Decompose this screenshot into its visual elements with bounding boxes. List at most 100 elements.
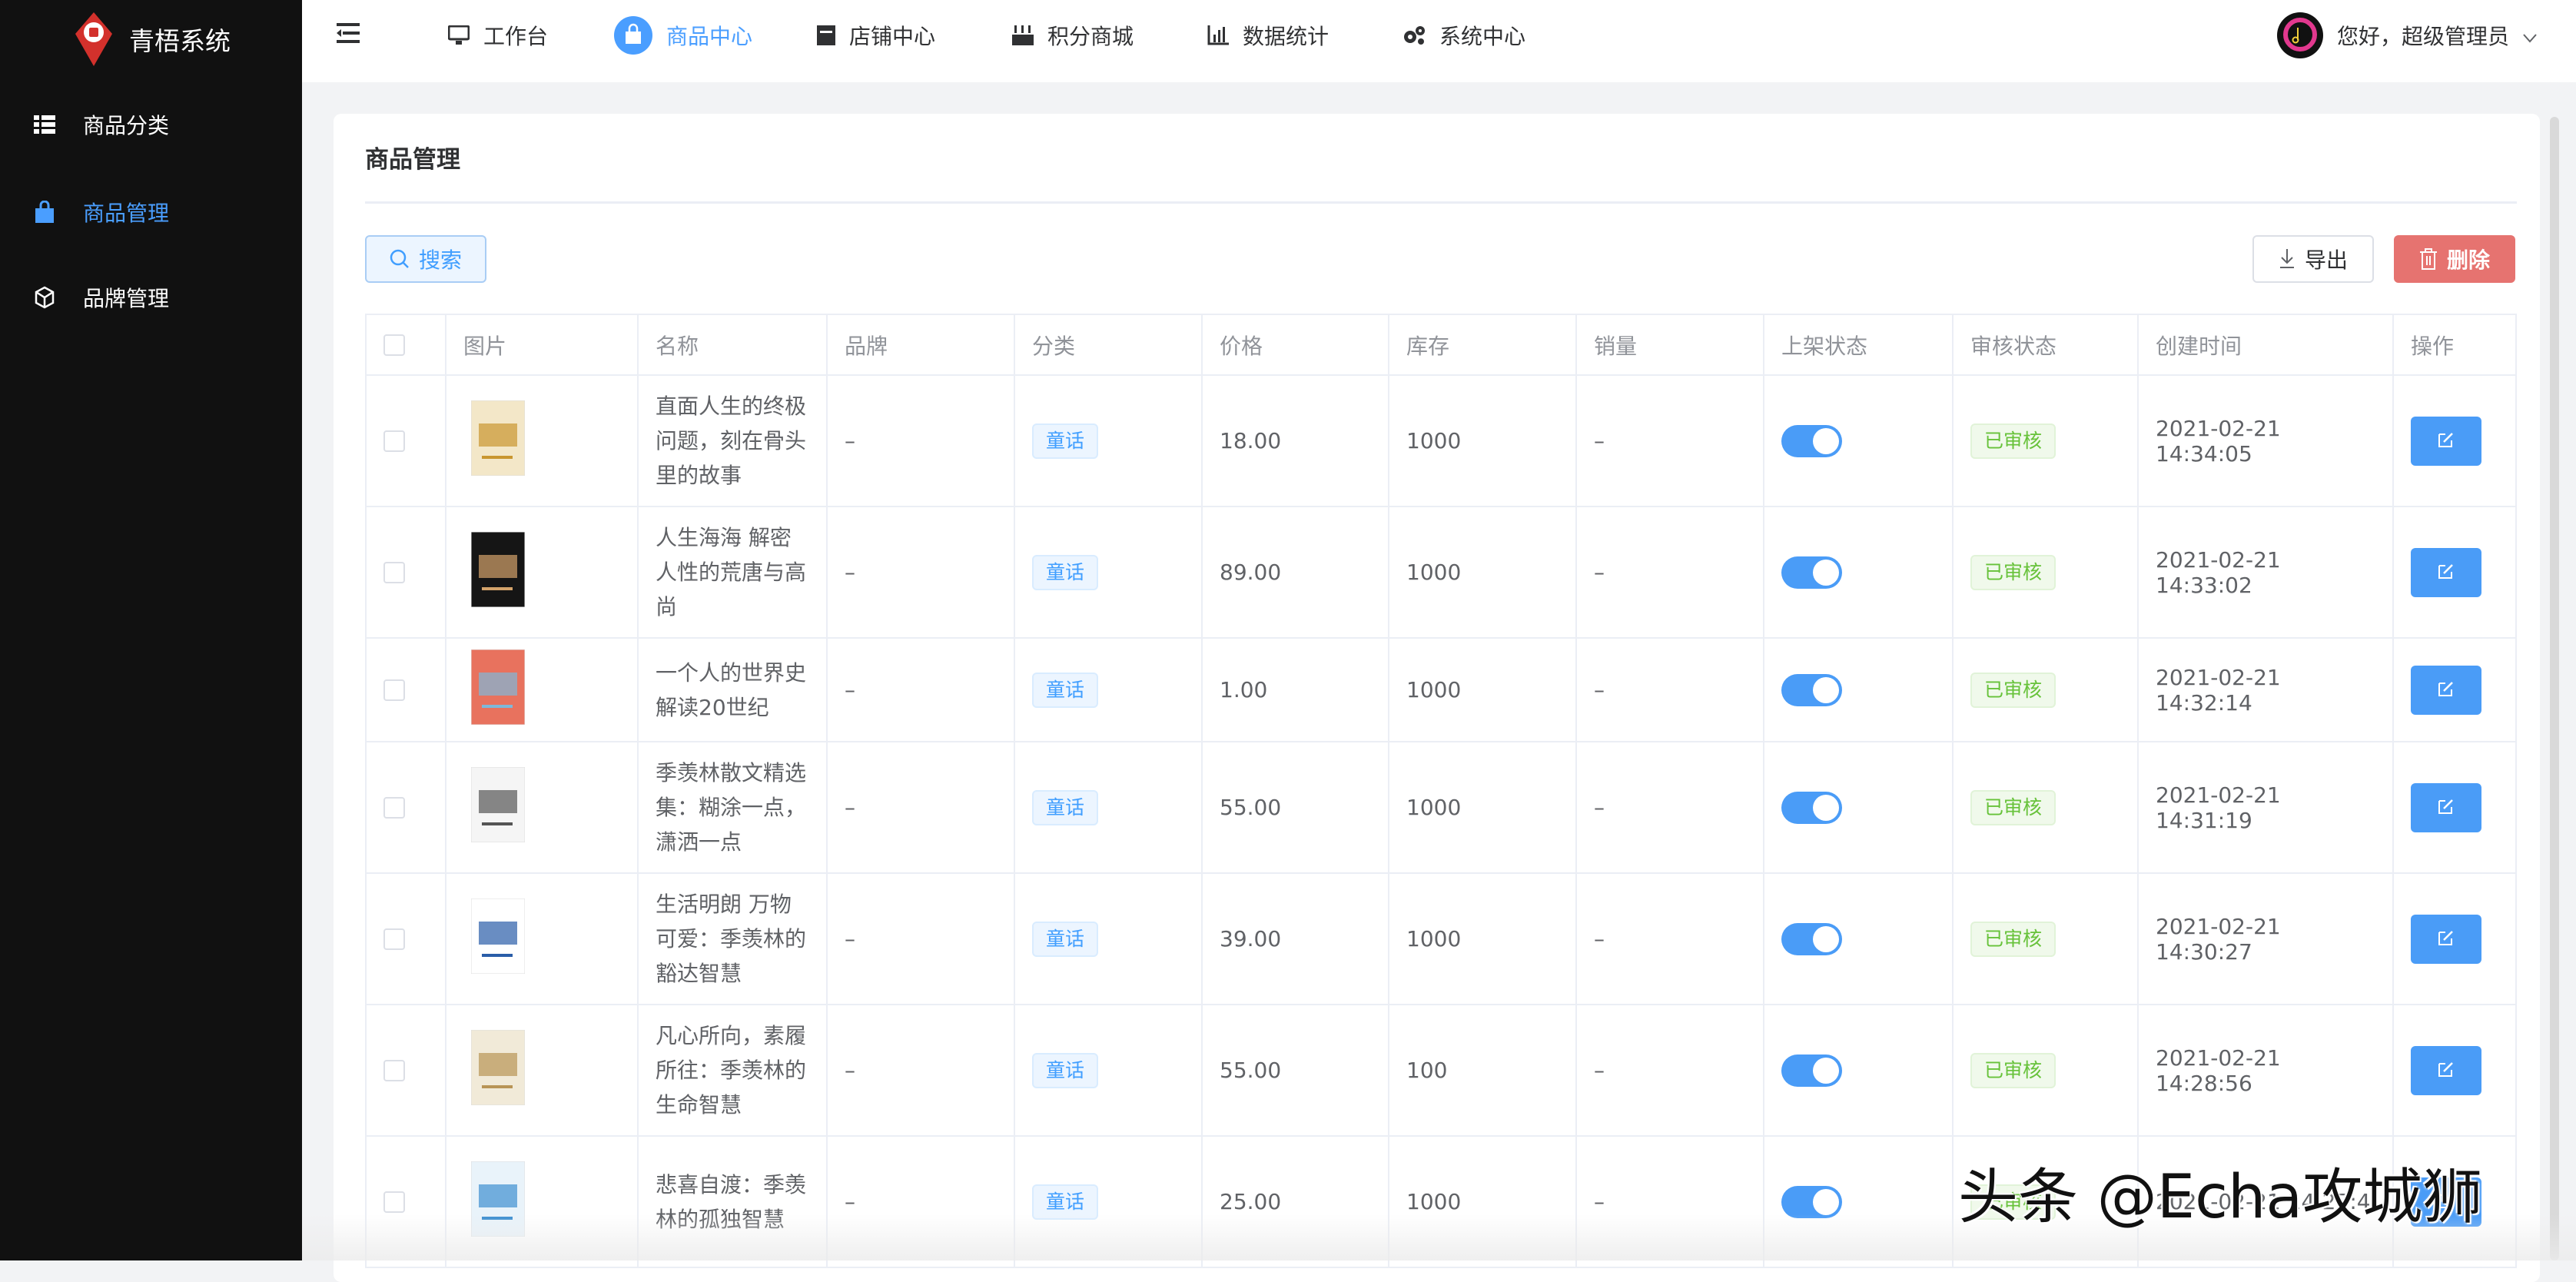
sidebar-toggle-button[interactable] (337, 0, 360, 71)
category-tag: 童话 (1032, 423, 1098, 459)
on-sale-toggle[interactable] (1781, 1186, 1842, 1218)
nav-store-center[interactable]: 店铺中心 (817, 0, 935, 71)
shopping-bag-icon (32, 200, 57, 224)
nav-workbench[interactable]: 工作台 (448, 0, 548, 71)
product-image (471, 649, 620, 730)
edit-button[interactable] (2411, 666, 2481, 715)
on-sale-toggle[interactable] (1781, 556, 1842, 589)
row-checkbox[interactable] (383, 1060, 405, 1081)
created-time: 2021-02-21 14:30:27 (2138, 873, 2393, 1005)
row-checkbox[interactable] (383, 928, 405, 950)
product-image (471, 1030, 620, 1111)
row-checkbox[interactable] (383, 797, 405, 819)
edit-icon (2438, 560, 2455, 585)
sidebar-item-products[interactable]: 商品管理 (0, 181, 302, 243)
nav-label: 系统中心 (1439, 20, 1525, 51)
page-title: 商品管理 (365, 140, 460, 174)
nav-label: 商品中心 (666, 20, 752, 51)
product-brand: – (827, 873, 1014, 1005)
sidebar-item-label: 商品管理 (83, 197, 169, 228)
chevron-down-icon (2523, 23, 2537, 48)
nav-points-mall[interactable]: 积分商城 (1012, 0, 1134, 71)
nav-label: 工作台 (483, 20, 548, 51)
category-tag: 童话 (1032, 922, 1098, 957)
row-checkbox[interactable] (383, 679, 405, 701)
menu-fold-icon (337, 23, 360, 48)
product-brand: – (827, 375, 1014, 506)
edit-button[interactable] (2411, 783, 2481, 832)
table-header-row: 图片 名称 品牌 分类 价格 库存 销量 上架状态 审核状态 创建时间 操作 (366, 314, 2516, 375)
nav-statistics[interactable]: 数据统计 (1207, 0, 1329, 71)
table-row: 凡心所向，素履所往：季羡林的生命智慧 – 童话 55.00 100 – 已审核 … (366, 1005, 2516, 1136)
edit-button[interactable] (2411, 417, 2481, 466)
row-checkbox[interactable] (383, 562, 405, 583)
trash-icon (2419, 248, 2438, 270)
category-tag: 童话 (1032, 555, 1098, 590)
product-sales: – (1576, 375, 1764, 506)
product-stock: 1000 (1389, 873, 1576, 1005)
search-button[interactable]: 搜索 (365, 235, 486, 283)
product-brand: – (827, 638, 1014, 742)
product-sales: – (1576, 638, 1764, 742)
sidebar-item-brands[interactable]: 品牌管理 (0, 267, 302, 328)
user-menu[interactable]: 您好，超级管理员 (2277, 0, 2537, 71)
table-row: 直面人生的终极问题，刻在骨头里的故事 – 童话 18.00 1000 – 已审核… (366, 375, 2516, 506)
on-sale-toggle[interactable] (1781, 923, 1842, 955)
row-checkbox[interactable] (383, 430, 405, 452)
product-stock: 1000 (1389, 638, 1576, 742)
on-sale-toggle[interactable] (1781, 1054, 1842, 1087)
nav-product-center[interactable]: 商品中心 (614, 0, 752, 71)
on-sale-toggle[interactable] (1781, 425, 1842, 457)
user-greeting: 您好，超级管理员 (2337, 20, 2509, 51)
delete-button[interactable]: 删除 (2394, 235, 2515, 283)
product-sales: – (1576, 742, 1764, 873)
audit-status-badge: 已审核 (1970, 1053, 2056, 1088)
product-stock: 100 (1389, 1005, 1576, 1136)
cube-icon (32, 285, 57, 310)
product-price: 55.00 (1202, 742, 1389, 873)
monitor-icon (448, 25, 470, 45)
product-brand: – (827, 742, 1014, 873)
product-name: 一个人的世界史 解读20世纪 (656, 656, 809, 725)
select-all-checkbox[interactable] (383, 334, 405, 356)
audit-status-badge: 已审核 (1970, 790, 2056, 825)
category-tag: 童话 (1032, 790, 1098, 825)
product-sales: – (1576, 873, 1764, 1005)
product-table: 图片 名称 品牌 分类 价格 库存 销量 上架状态 审核状态 创建时间 操作 直… (365, 314, 2517, 1268)
logo-icon (71, 11, 117, 68)
export-button[interactable]: 导出 (2252, 235, 2374, 283)
product-sales: – (1576, 506, 1764, 638)
product-name: 直面人生的终极问题，刻在骨头里的故事 (656, 389, 809, 493)
audit-status-badge: 已审核 (1970, 555, 2056, 590)
column-header: 操作 (2393, 314, 2516, 375)
product-brand: – (827, 1005, 1014, 1136)
vertical-scrollbar[interactable] (2550, 117, 2559, 1260)
product-name: 人生海海 解密人性的荒唐与高尚 (656, 520, 809, 624)
product-image (471, 532, 620, 613)
edit-button[interactable] (2411, 915, 2481, 964)
column-header: 价格 (1202, 314, 1389, 375)
search-label: 搜索 (419, 244, 462, 274)
category-tag: 童话 (1032, 673, 1098, 708)
app-logo[interactable]: 青梧系统 (71, 11, 231, 68)
sidebar-item-category[interactable]: 商品分类 (0, 94, 302, 155)
on-sale-toggle[interactable] (1781, 674, 1842, 706)
product-image (471, 400, 620, 481)
product-price: 89.00 (1202, 506, 1389, 638)
audit-status-badge: 已审核 (1970, 423, 2056, 459)
created-time: 2021-02-21 14:32:14 (2138, 638, 2393, 742)
column-header: 上架状态 (1764, 314, 1953, 375)
column-header: 审核状态 (1953, 314, 2138, 375)
nav-system-center[interactable]: 系统中心 (1403, 0, 1525, 71)
created-time: 2021-02-21 14:31:19 (2138, 742, 2393, 873)
product-name: 生活明朗 万物可爱：季羡林的豁达智慧 (656, 887, 809, 991)
avatar (2277, 12, 2323, 58)
on-sale-toggle[interactable] (1781, 792, 1842, 824)
edit-icon (2438, 677, 2455, 702)
cake-icon (1012, 25, 1034, 45)
edit-icon (2438, 926, 2455, 952)
edit-button[interactable] (2411, 548, 2481, 597)
row-checkbox[interactable] (383, 1191, 405, 1213)
created-time: 2021-02-21 14:34:05 (2138, 375, 2393, 506)
edit-button[interactable] (2411, 1046, 2481, 1095)
